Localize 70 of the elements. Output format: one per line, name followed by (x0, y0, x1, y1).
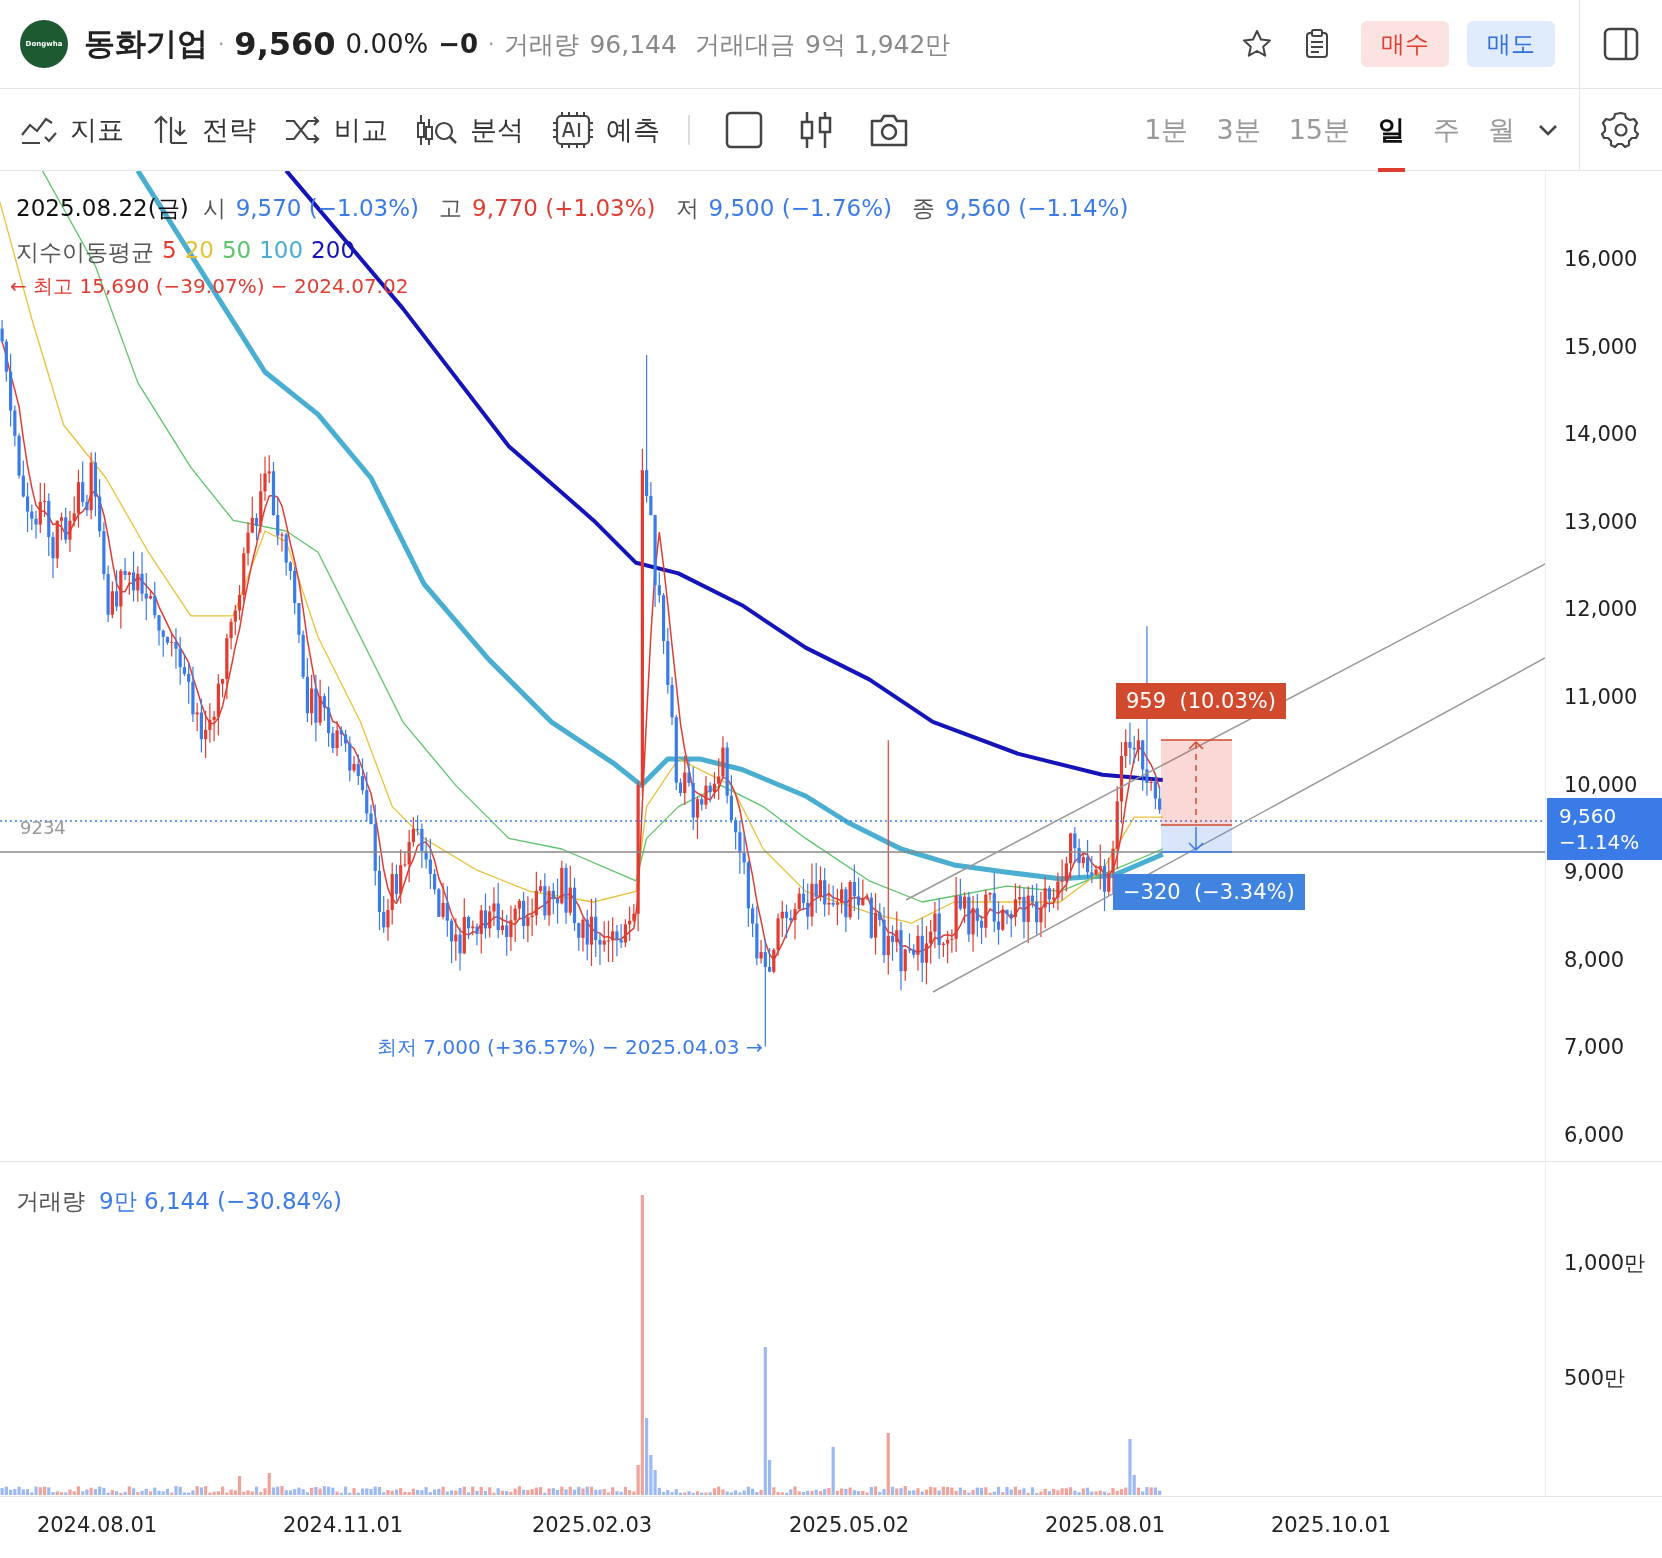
ohlc-value: 9,500 (−1.76%) (708, 195, 892, 221)
separator-dot: · (488, 32, 495, 56)
price-axis-label: 7,000 (1564, 1035, 1625, 1060)
indicator-button[interactable]: 지표 (20, 111, 124, 148)
interval-tab[interactable]: 1분 (1144, 91, 1189, 172)
date-axis-label: 2024.08.01 (36, 1513, 158, 1537)
star-icon[interactable] (1241, 28, 1273, 60)
volume-pane-label: 거래량 (16, 1187, 85, 1216)
date-axis-label: 2025.02.03 (531, 1513, 653, 1537)
turnover-value: 9억 1,942만 (804, 28, 951, 61)
tag-price: 9,560 (1559, 804, 1618, 828)
ma-period: 5 (162, 237, 177, 265)
separator-dot: · (218, 32, 225, 56)
chart-search-icon (416, 112, 458, 147)
ma-period: 50 (221, 237, 252, 265)
panel-toggle-icon[interactable] (1603, 26, 1639, 62)
price-axis-label: 11,000 (1564, 685, 1638, 709)
price-axis-label: 14,000 (1564, 422, 1638, 447)
chevron-down-icon[interactable] (1537, 122, 1559, 137)
channel-line[interactable] (932, 657, 1545, 993)
strategy-button[interactable]: 전략 (152, 111, 256, 148)
volume-value: 96,144 (589, 29, 677, 59)
price-axis-label: 13,000 (1564, 509, 1638, 534)
ohlc-value: 9,770 (+1.03%) (472, 195, 656, 221)
ohlc-label: 고 (439, 194, 463, 223)
buy-button[interactable]: 매수 (1361, 21, 1449, 67)
change-percent: 0.00% (345, 29, 429, 59)
analysis-button[interactable]: 분석 (416, 111, 524, 148)
fall-label: −320 (−3.34%) (1113, 874, 1305, 910)
compare-button[interactable]: 비교 (284, 111, 388, 148)
price-axis-label: 8,000 (1564, 947, 1625, 972)
ai-button[interactable]: 예측 (552, 110, 660, 149)
settings-icon[interactable] (1601, 109, 1641, 150)
line-value-label: 9234 (20, 817, 66, 838)
square-icon[interactable] (723, 109, 764, 150)
stock-name: 동화기업 (84, 24, 208, 63)
stock-price: 9,560 (234, 25, 336, 63)
low-price-annotation: 최저 7,000 (+36.57%) − 2025.04.03 → (377, 1034, 763, 1061)
ohlc-label: 시 (202, 194, 226, 223)
price-axis-label: 9,000 (1564, 860, 1625, 885)
date-axis-label: 2024.11.01 (282, 1513, 404, 1537)
price-range-measure[interactable] (1160, 739, 1233, 853)
volume-axis-label: 500만 (1564, 1365, 1626, 1392)
volume-label: 거래량 (504, 28, 580, 61)
date-axis-label: 2025.05.02 (788, 1513, 910, 1537)
volume-pane-value: 9만 6,144 (−30.84%) (99, 1187, 343, 1216)
turnover-label: 거래대금 (694, 28, 795, 61)
date-axis-label: 2025.10.01 (1270, 1513, 1392, 1537)
ai-chip-icon (552, 110, 594, 149)
ohlc-value: 9,560 (−1.14%) (945, 195, 1129, 221)
ma-period: 100 (259, 237, 304, 265)
price-axis-label: 15,000 (1564, 334, 1638, 359)
interval-tab[interactable]: 3분 (1216, 91, 1261, 172)
interval-tab[interactable]: 일 (1378, 91, 1405, 172)
date-axis-label: 2025.08.01 (1044, 1513, 1166, 1537)
price-axis-label: 16,000 (1564, 247, 1638, 271)
price-axis-label: 12,000 (1564, 597, 1638, 622)
sell-button[interactable]: 매도 (1467, 21, 1555, 67)
ohlc-label: 종 (912, 194, 935, 223)
rise-label: 959 (10.03%) (1116, 683, 1286, 719)
tag-change: −1.14% (1559, 830, 1641, 854)
price-axis-label: 10,000 (1564, 772, 1638, 797)
change-amount: −0 (438, 29, 479, 59)
interval-tab[interactable]: 15분 (1288, 91, 1350, 172)
channel-line[interactable] (905, 563, 1545, 901)
interval-tab[interactable]: 월 (1488, 91, 1515, 172)
interval-tab[interactable]: 주 (1433, 91, 1460, 172)
volume-axis-label: 1,000만 (1564, 1250, 1646, 1277)
ohlc-label: 저 (675, 194, 699, 223)
price-axis-label: 6,000 (1564, 1123, 1625, 1147)
